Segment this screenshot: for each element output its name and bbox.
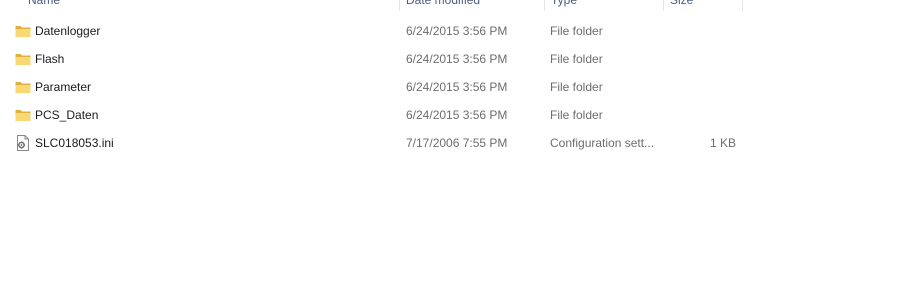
file-list-view: Name Date modified Type Size Datenlogger… [0, 0, 899, 296]
file-row-datenlogger[interactable]: Datenlogger 6/24/2015 3:56 PM File folde… [0, 17, 899, 45]
settings-file-icon [15, 129, 33, 157]
file-size [666, 73, 736, 101]
file-type: Configuration sett... [550, 136, 655, 150]
folder-icon [15, 45, 33, 73]
file-row-pcs-daten[interactable]: PCS_Daten 6/24/2015 3:56 PM File folder [0, 101, 899, 129]
file-name: Parameter [35, 80, 92, 94]
file-list: Datenlogger 6/24/2015 3:56 PM File folde… [0, 17, 899, 157]
file-size [666, 101, 736, 129]
file-size: 1 KB [709, 136, 736, 150]
file-name: Datenlogger [35, 24, 101, 38]
file-date-modified: 6/24/2015 3:56 PM [406, 24, 508, 38]
column-header-size[interactable]: Size [663, 0, 743, 11]
file-size [666, 45, 736, 73]
file-date-modified: 6/24/2015 3:56 PM [406, 80, 508, 94]
column-header-date-modified[interactable]: Date modified [399, 0, 544, 11]
file-name: SLC018053.ini [35, 136, 114, 150]
file-date-modified: 7/17/2006 7:55 PM [406, 136, 508, 150]
file-type: File folder [550, 24, 603, 38]
column-header-type[interactable]: Type [544, 0, 663, 11]
file-type: File folder [550, 52, 603, 66]
file-date-modified: 6/24/2015 3:56 PM [406, 108, 508, 122]
folder-icon [15, 101, 33, 129]
file-size [666, 17, 736, 45]
file-row-flash[interactable]: Flash 6/24/2015 3:56 PM File folder [0, 45, 899, 73]
file-name: Flash [35, 52, 65, 66]
file-date-modified: 6/24/2015 3:56 PM [406, 52, 508, 66]
folder-icon [15, 17, 33, 45]
file-row-parameter[interactable]: Parameter 6/24/2015 3:56 PM File folder [0, 73, 899, 101]
file-type: File folder [550, 80, 603, 94]
file-type: File folder [550, 108, 603, 122]
column-header-bar: Name Date modified Type Size [0, 0, 899, 11]
folder-icon [15, 73, 33, 101]
column-header-name[interactable]: Name [22, 0, 394, 11]
file-row-slc018053-ini[interactable]: SLC018053.ini 7/17/2006 7:55 PM Configur… [0, 129, 899, 157]
file-name: PCS_Daten [35, 108, 99, 122]
